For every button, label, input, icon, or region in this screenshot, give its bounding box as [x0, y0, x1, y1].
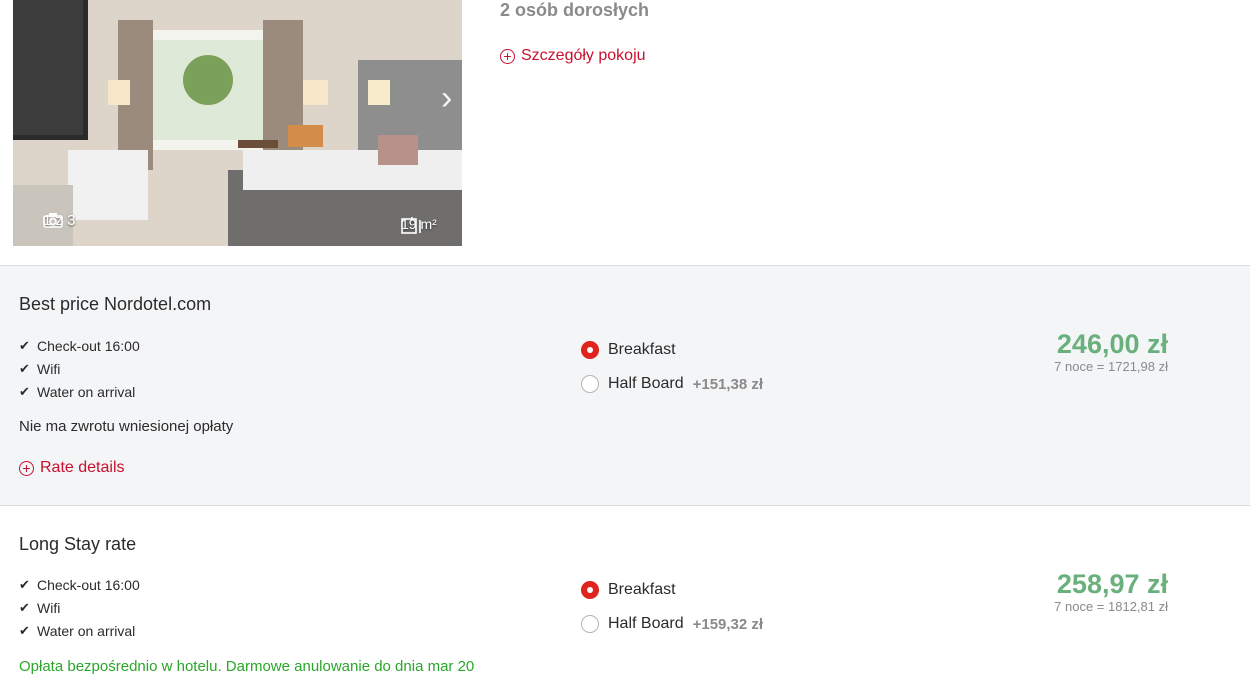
- rate-feature: ✔ Water on arrival: [19, 380, 140, 403]
- board-surcharge: +159,32 zł: [692, 615, 764, 633]
- board-option-half-board[interactable]: Half Board +151,38 zł: [581, 367, 763, 401]
- room-size-icon: [401, 217, 421, 234]
- rate-feature-label: Check-out 16:00: [37, 576, 140, 593]
- room-size: 19 m²: [401, 216, 437, 234]
- room-photo[interactable]: › 1 z 3 19 m²: [13, 0, 462, 246]
- radio-button-selected[interactable]: [581, 341, 599, 359]
- rate-title: Long Stay rate: [19, 534, 137, 554]
- board-options: Breakfast Half Board +159,32 zł: [581, 573, 763, 641]
- board-option-half-board[interactable]: Half Board +159,32 zł: [581, 607, 763, 641]
- radio-button[interactable]: [581, 615, 599, 633]
- rate-feature-label: Wifi: [37, 360, 61, 377]
- board-option-breakfast[interactable]: Breakfast: [581, 573, 763, 607]
- plus-circle-icon: +: [500, 48, 515, 64]
- rate-option: Long Stay rate ✔ Check-out 16:00 ✔ Wifi ✔ W…: [0, 505, 1250, 676]
- rate-feature: ✔ Check-out 16:00: [19, 334, 140, 357]
- rate-feature: ✔ Water on arrival: [19, 619, 140, 642]
- total-price: 7 noce = 1721,98 zł: [1054, 359, 1168, 374]
- rate-feature-label: Water on arrival: [37, 622, 136, 639]
- chevron-right-icon: ›: [441, 79, 453, 117]
- rate-details-link[interactable]: + Rate details: [19, 459, 125, 477]
- board-label: Half Board: [608, 375, 684, 392]
- check-icon: ✔: [19, 383, 30, 399]
- rate-feature: ✔ Wifi: [19, 596, 140, 619]
- rate-feature-label: Check-out 16:00: [37, 337, 140, 354]
- radio-button[interactable]: [581, 375, 599, 393]
- rate-title: Best price Nordotel.com: [19, 294, 212, 314]
- room-occupancy: 2 osób dorosłych: [500, 0, 650, 20]
- room-header: › 1 z 3 19 m² 2 osób dorosłych + Szczegó…: [0, 0, 1250, 265]
- photo-counter: 1 z 3: [43, 212, 76, 229]
- check-icon: ✔: [19, 337, 30, 353]
- payment-policy: Opłata bezpośrednio w hotelu. Darmowe an…: [19, 658, 475, 675]
- board-label: Breakfast: [608, 341, 676, 358]
- rate-feature: ✔ Check-out 16:00: [19, 573, 140, 596]
- rate-option: Best price Nordotel.com ✔ Check-out 16:00…: [0, 265, 1250, 505]
- nightly-price: 258,97 zł: [1056, 569, 1168, 599]
- plus-circle-icon: +: [19, 460, 34, 476]
- total-price: 7 noce = 1812,81 zł: [1054, 599, 1168, 614]
- price-block: 258,97 zł 7 noce = 1812,81 zł: [1054, 568, 1168, 614]
- rate-feature: ✔ Wifi: [19, 357, 140, 380]
- board-surcharge: +151,38 zł: [692, 375, 764, 393]
- rate-details-label: Rate details: [40, 459, 125, 476]
- check-icon: ✔: [19, 576, 30, 592]
- check-icon: ✔: [19, 360, 30, 376]
- check-icon: ✔: [19, 622, 30, 638]
- room-photo-illustration: [13, 0, 462, 246]
- board-option-breakfast[interactable]: Breakfast: [581, 333, 763, 367]
- rate-features: ✔ Check-out 16:00 ✔ Wifi ✔ Water on arrival: [19, 573, 140, 642]
- rate-feature-label: Water on arrival: [37, 383, 136, 400]
- rate-features: ✔ Check-out 16:00 ✔ Wifi ✔ Water on arrival: [19, 334, 140, 403]
- board-label: Half Board: [608, 615, 684, 632]
- radio-button-selected[interactable]: [581, 581, 599, 599]
- photo-next-button[interactable]: ›: [441, 78, 462, 118]
- room-details-link[interactable]: + Szczegóły pokoju: [500, 47, 646, 65]
- room-details-label: Szczegóły pokoju: [521, 47, 646, 64]
- cancellation-policy: Nie ma zwrotu wniesionej opłaty: [19, 418, 234, 435]
- check-icon: ✔: [19, 599, 30, 615]
- nightly-price: 246,00 zł: [1056, 329, 1168, 359]
- board-options: Breakfast Half Board +151,38 zł: [581, 333, 763, 401]
- camera-icon: [43, 213, 63, 228]
- rate-feature-label: Wifi: [37, 599, 61, 616]
- price-block: 246,00 zł 7 noce = 1721,98 zł: [1054, 328, 1168, 374]
- board-label: Breakfast: [608, 581, 676, 598]
